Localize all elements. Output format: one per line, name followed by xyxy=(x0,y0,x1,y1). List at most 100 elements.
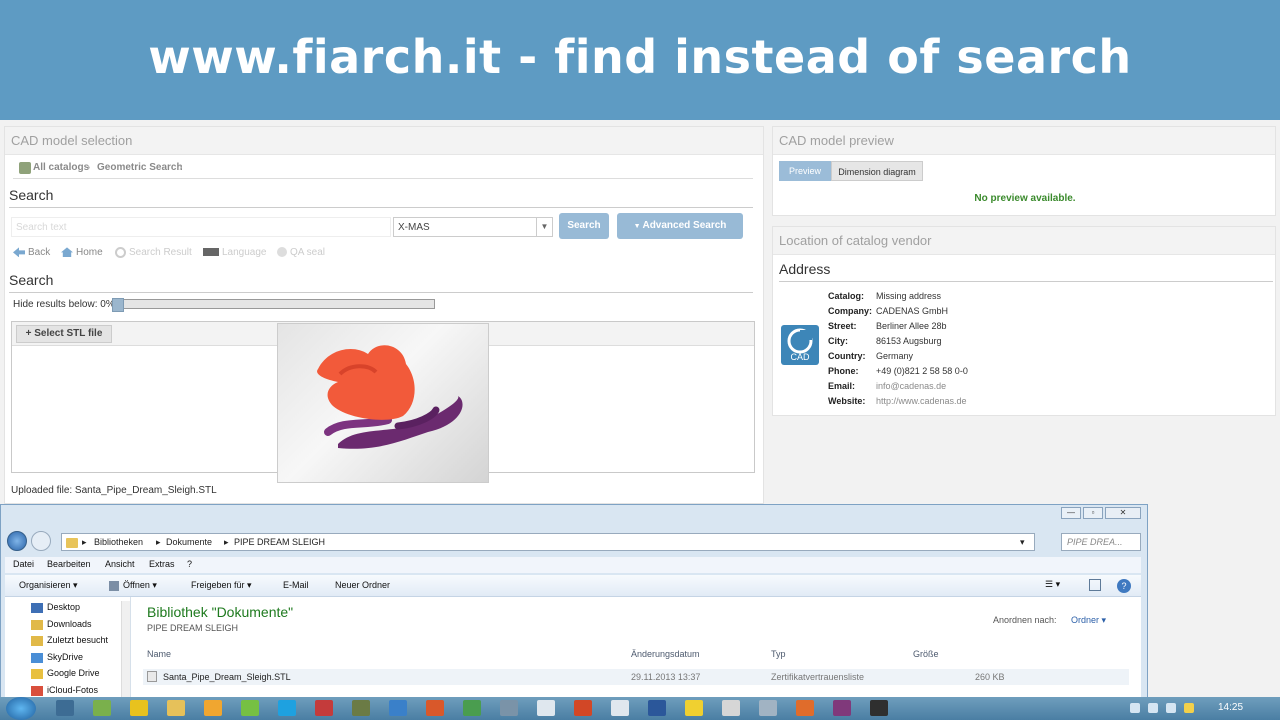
email-link[interactable]: info@cadenas.de xyxy=(876,381,946,391)
address-heading: Address xyxy=(779,261,1273,282)
menu-ansicht[interactable]: Ansicht xyxy=(105,559,135,569)
menu-help[interactable]: ? xyxy=(187,559,192,569)
language-link[interactable]: Language xyxy=(203,247,267,258)
share-button[interactable]: Freigeben für ▾ xyxy=(191,580,252,591)
address-bar[interactable]: ▸ Bibliotheken ▸ Dokumente ▸ PIPE DREAM … xyxy=(61,533,1035,551)
hide-results-slider[interactable] xyxy=(112,298,435,312)
dropdown-arrow-icon[interactable]: ▾ xyxy=(1020,537,1025,548)
tray-volume-icon[interactable] xyxy=(1166,703,1176,713)
select-stl-file-button[interactable]: + Select STL file xyxy=(16,325,112,343)
forward-nav-icon[interactable] xyxy=(31,531,51,551)
qa-seal-link[interactable]: QA seal xyxy=(277,247,325,258)
search-button[interactable]: Search xyxy=(559,213,609,239)
menu-datei[interactable]: Datei xyxy=(13,559,34,569)
file-row[interactable]: Santa_Pipe_Dream_Sleigh.STL 29.11.2013 1… xyxy=(143,669,1129,685)
column-date[interactable]: Änderungsdatum xyxy=(631,649,700,659)
onenote-icon[interactable] xyxy=(833,700,851,716)
file-size: 260 KB xyxy=(975,672,1005,682)
skype-icon[interactable] xyxy=(278,700,296,716)
advanced-search-label: Advanced Search xyxy=(642,220,727,231)
tray-network-icon[interactable] xyxy=(1148,703,1158,713)
app-icon[interactable] xyxy=(389,700,407,716)
open-button[interactable]: Öffnen ▾ xyxy=(123,580,157,591)
catalog-select[interactable]: X-MAS ▼ xyxy=(393,217,553,237)
file-explorer-window: — ▫ ✕ ▸ Bibliotheken ▸ Dokumente ▸ PIPE … xyxy=(0,504,1148,698)
settings-app-icon[interactable] xyxy=(93,700,111,716)
advanced-search-button[interactable]: ▼ Advanced Search xyxy=(617,213,743,239)
organize-button[interactable]: Organisieren ▾ xyxy=(19,580,78,591)
minimize-button[interactable]: — xyxy=(1061,507,1081,519)
close-button[interactable]: ✕ xyxy=(1105,507,1141,519)
search-result-link[interactable]: Search Result xyxy=(115,247,192,258)
explorer-app-icon[interactable] xyxy=(56,700,74,716)
powerpoint-icon[interactable] xyxy=(574,700,592,716)
explorer-search-input[interactable]: PIPE DREA... xyxy=(1061,533,1141,551)
website-link[interactable]: http://www.cadenas.de xyxy=(876,396,967,406)
app-icon[interactable] xyxy=(315,700,333,716)
slider-handle[interactable] xyxy=(112,298,124,312)
breadcrumb-geometric-search[interactable]: Geometric Search xyxy=(97,162,183,173)
help-icon[interactable]: ? xyxy=(1117,579,1131,593)
start-button[interactable] xyxy=(6,697,36,720)
back-nav-icon[interactable] xyxy=(7,531,27,551)
app-icon[interactable] xyxy=(352,700,370,716)
app-icon[interactable] xyxy=(611,700,629,716)
address-value: Germany xyxy=(876,351,914,361)
folder-app-icon[interactable] xyxy=(167,700,185,716)
no-preview-message: No preview available. xyxy=(974,193,1076,204)
nav-pane-item[interactable]: Downloads xyxy=(47,619,92,629)
media-player-icon[interactable] xyxy=(204,700,222,716)
desktop-icon xyxy=(31,603,43,613)
tray-flag-icon[interactable] xyxy=(1130,703,1140,713)
preview-pane-icon[interactable] xyxy=(1089,579,1101,591)
back-arrow-icon xyxy=(13,247,25,258)
chevron-right-icon: ▸ xyxy=(82,537,87,547)
chrome-icon[interactable] xyxy=(463,700,481,716)
clock[interactable]: 14:25 xyxy=(1218,702,1243,713)
back-link[interactable]: Back xyxy=(13,247,50,258)
nav-pane-item[interactable]: SkyDrive xyxy=(47,652,83,662)
app-icon[interactable] xyxy=(759,700,777,716)
app-icon[interactable] xyxy=(537,700,555,716)
nav-pane-scrollbar[interactable] xyxy=(121,601,130,697)
menu-bearbeiten[interactable]: Bearbeiten xyxy=(47,559,91,569)
arrange-by-dropdown[interactable]: Ordner ▾ xyxy=(1071,615,1106,626)
app-icon[interactable] xyxy=(796,700,814,716)
nav-pane-item[interactable]: iCloud-Fotos xyxy=(47,685,98,695)
app-icon[interactable] xyxy=(722,700,740,716)
path-pipe-dream-sleigh[interactable]: PIPE DREAM SLEIGH xyxy=(234,537,325,547)
nav-pane-item[interactable]: Desktop xyxy=(47,602,80,612)
app-icon[interactable] xyxy=(685,700,703,716)
app-icon[interactable] xyxy=(870,700,888,716)
app-icon[interactable] xyxy=(241,700,259,716)
menu-extras[interactable]: Extras xyxy=(149,559,175,569)
app-icon[interactable] xyxy=(500,700,518,716)
column-size[interactable]: Größe xyxy=(913,649,939,659)
home-link[interactable]: Home xyxy=(61,247,103,258)
folder-icon xyxy=(66,538,78,548)
tray-app-icon[interactable] xyxy=(1184,703,1194,713)
maximize-button[interactable]: ▫ xyxy=(1083,507,1103,519)
email-button[interactable]: E-Mail xyxy=(283,580,309,590)
tab-preview[interactable]: Preview xyxy=(779,161,831,181)
column-name[interactable]: Name xyxy=(147,649,171,659)
word-icon[interactable] xyxy=(648,700,666,716)
tab-dimension-diagram[interactable]: Dimension diagram xyxy=(831,161,923,181)
address-key: Company: xyxy=(828,306,873,316)
chevron-down-icon[interactable]: ▼ xyxy=(536,218,552,236)
new-folder-button[interactable]: Neuer Ordner xyxy=(335,580,390,590)
plus-icon: + xyxy=(25,328,35,339)
chevron-right-icon: ▸ xyxy=(224,537,229,547)
path-bibliotheken[interactable]: Bibliotheken xyxy=(94,537,143,547)
breadcrumb-all-catalogs[interactable]: All catalogs xyxy=(33,162,89,173)
firefox-icon[interactable] xyxy=(426,700,444,716)
search-input[interactable]: Search text xyxy=(11,217,391,237)
path-dokumente[interactable]: Dokumente xyxy=(166,537,212,547)
view-options-icon[interactable]: ☰ ▾ xyxy=(1045,579,1060,590)
nav-pane-item[interactable]: Zuletzt besucht xyxy=(47,635,108,645)
nav-pane-item[interactable]: Google Drive xyxy=(47,668,100,678)
cursor-app-icon[interactable] xyxy=(130,700,148,716)
file-type: Zertifikatvertrauensliste xyxy=(771,672,865,682)
column-type[interactable]: Typ xyxy=(771,649,786,659)
catalog-vendor-panel: Location of catalog vendor Address CAD C… xyxy=(772,226,1276,416)
